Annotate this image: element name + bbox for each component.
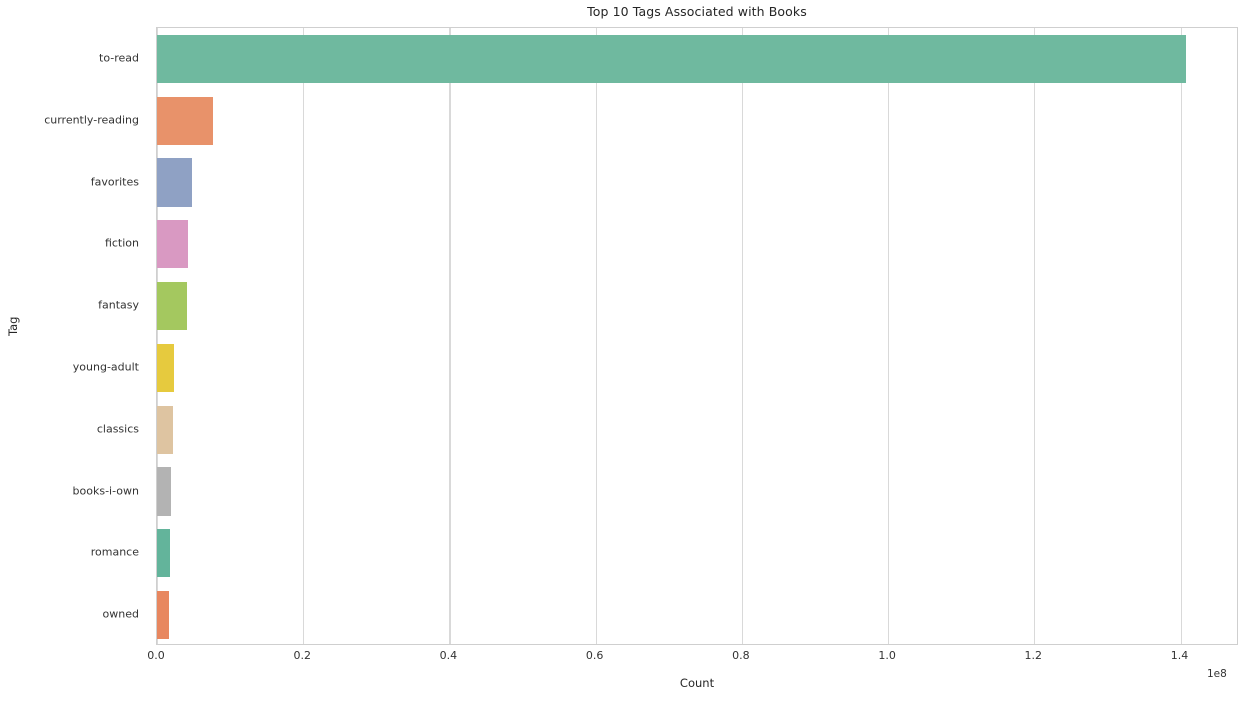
y-axis-tick-labels: to-read currently-reading favorites fiction…	[0, 27, 148, 645]
bar-owned	[157, 590, 169, 640]
y-tick-label-books-i-own: books-i-own	[72, 484, 139, 497]
bar-row	[157, 467, 1237, 516]
x-axis-offset-text: 1e8	[1207, 668, 1227, 680]
bar-row	[157, 281, 1237, 331]
y-tick-label-romance: romance	[90, 545, 139, 559]
x-tick-label-0.6: 0.6	[585, 649, 604, 662]
x-tick-label-0.2: 0.2	[293, 649, 311, 662]
bar-young-adult	[157, 343, 174, 392]
bar-row	[157, 343, 1237, 392]
bar-row	[157, 529, 1237, 578]
bar-to-read	[157, 34, 1186, 83]
x-tick-label-0.4: 0.4	[439, 649, 458, 662]
x-tick-label-1.4: 1.4	[1170, 649, 1189, 662]
bar-romance	[157, 529, 170, 578]
y-axis-label: Tag	[6, 316, 20, 336]
bar-row	[157, 590, 1237, 640]
y-tick-label-classics: classics	[96, 422, 139, 436]
bar-series	[157, 28, 1237, 644]
bar-row	[157, 34, 1237, 83]
y-tick-label-owned: owned	[102, 607, 139, 621]
bar-fiction	[157, 220, 189, 269]
x-tick-label-1.2: 1.2	[1024, 649, 1043, 662]
bar-row	[157, 158, 1237, 207]
y-tick-label-to-read: to-read	[99, 51, 139, 65]
y-tick-label-favorites: favorites	[90, 175, 139, 188]
chart-title: Top 10 Tags Associated with Books	[587, 4, 807, 19]
y-tick-label-currently-reading: currently-reading	[44, 113, 139, 127]
bar-row	[157, 96, 1237, 145]
bar-classics	[157, 405, 173, 454]
plot-area	[156, 27, 1238, 645]
bar-books-i-own	[157, 467, 171, 516]
bar-currently-reading	[157, 96, 213, 145]
x-axis-label: Count	[679, 676, 715, 690]
x-tick-label-0.0: 0.0	[147, 649, 165, 662]
bar-row	[157, 220, 1237, 269]
x-tick-label-1.0: 1.0	[878, 649, 896, 662]
x-tick-label-0.8: 0.8	[732, 649, 750, 662]
y-tick-label-young-adult: young-adult	[72, 360, 139, 374]
matplotlib-figure: Top 10 Tags Associated with Books to-rea…	[0, 0, 1253, 704]
bar-row	[157, 405, 1237, 454]
y-tick-label-fiction: fiction	[104, 236, 139, 250]
bar-favorites	[157, 158, 193, 207]
y-tick-label-fantasy: fantasy	[98, 298, 139, 312]
x-axis-tick-labels: 0.0 0.2 0.4 0.6 0.8 1.0 1.2 1.4	[147, 649, 1238, 671]
bar-fantasy	[157, 281, 188, 331]
